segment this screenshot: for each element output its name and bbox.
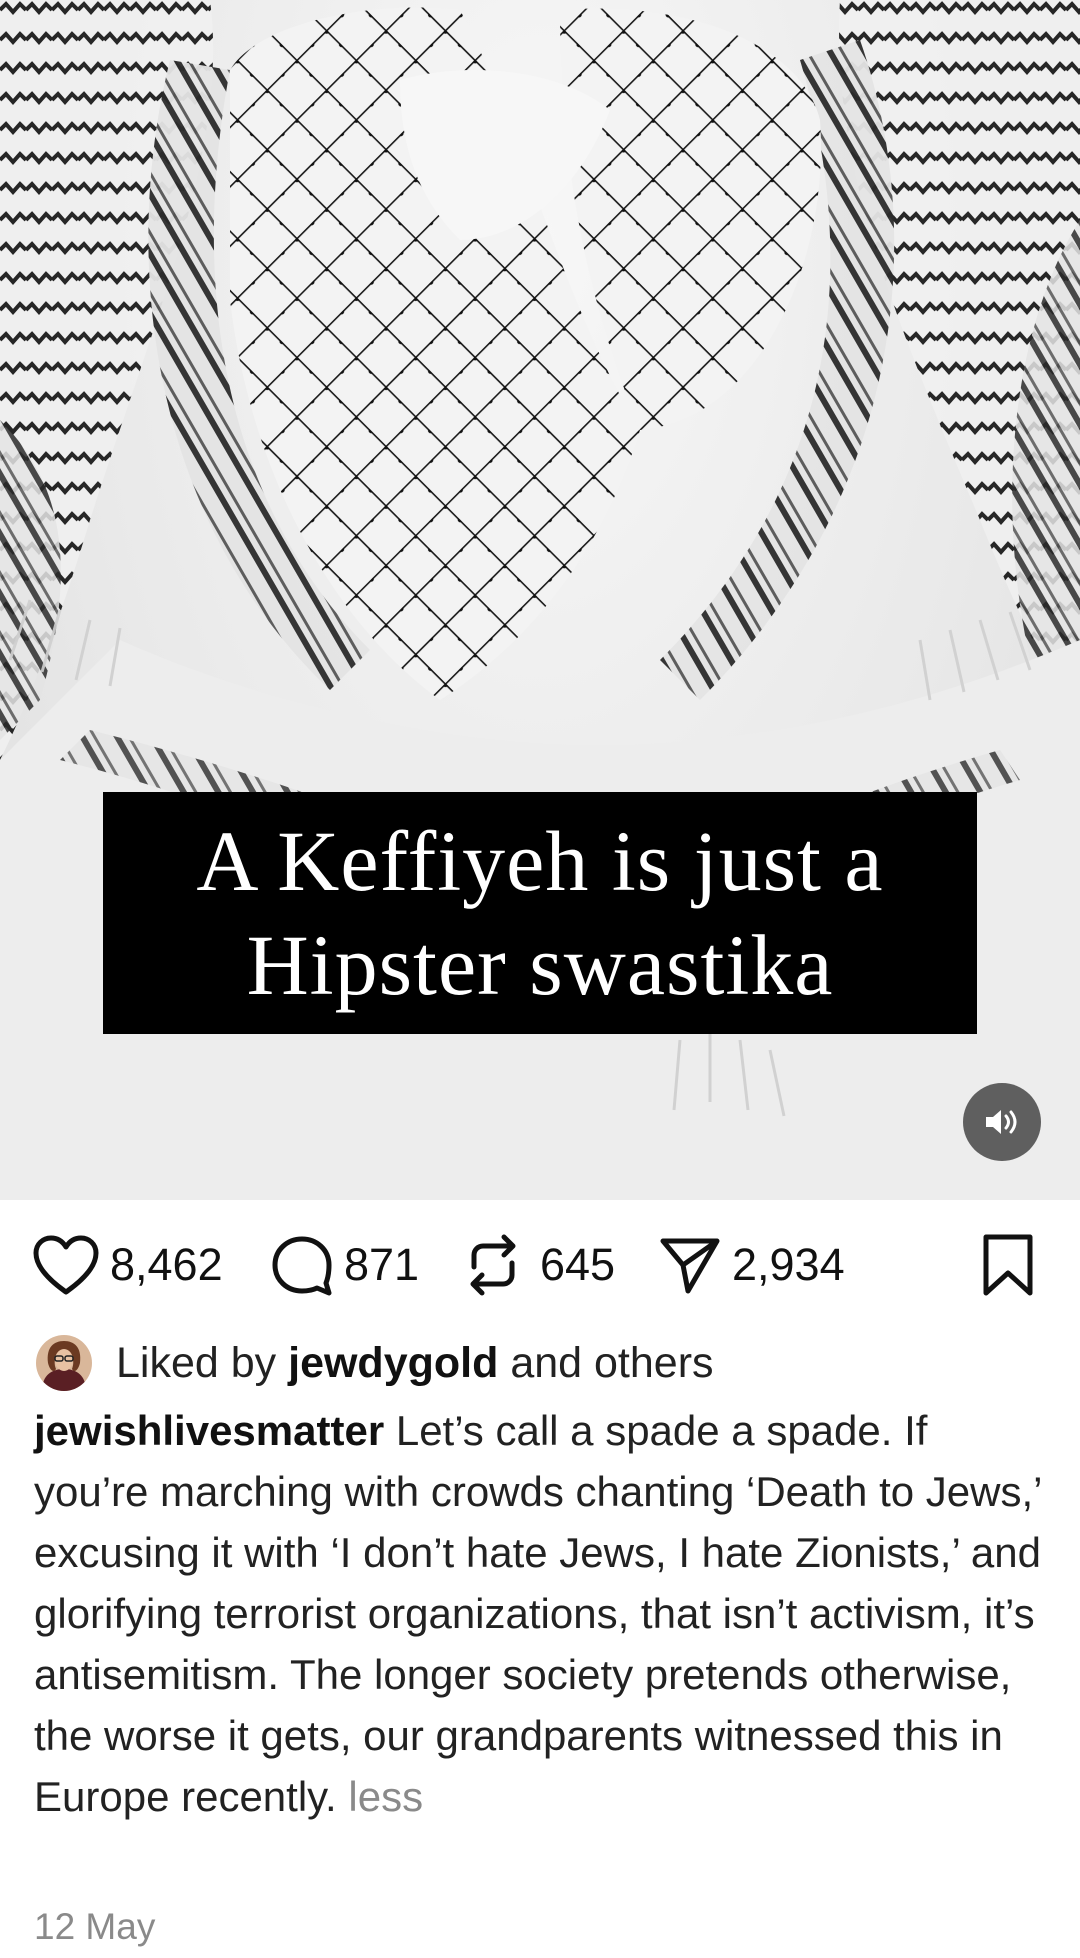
liked-by-row[interactable]: Liked by jewdygold and others [36, 1333, 714, 1393]
sound-toggle-button[interactable] [963, 1083, 1041, 1161]
liked-by-suffix: and others [510, 1338, 714, 1387]
heart-icon [33, 1235, 99, 1295]
overlay-line-2: Hipster swastika [246, 917, 834, 1013]
liked-by-username[interactable]: jewdygold [288, 1339, 498, 1387]
repost-count: 645 [540, 1239, 616, 1290]
post-media[interactable]: A Keffiyeh is just a Hipster swastika [0, 0, 1080, 1200]
share-count: 2,934 [732, 1239, 845, 1290]
like-button[interactable]: 8,462 [32, 1225, 223, 1305]
repost-icon [470, 1234, 516, 1296]
caption-username[interactable]: jewishlivesmatter [34, 1407, 384, 1454]
comment-count: 871 [344, 1239, 420, 1290]
post-caption: jewishlivesmatter Let’s call a spade a s… [34, 1400, 1044, 1827]
share-button[interactable]: 2,934 [658, 1225, 845, 1305]
bookmark-icon [983, 1234, 1033, 1296]
like-count: 8,462 [110, 1239, 223, 1290]
save-button[interactable] [980, 1225, 1036, 1305]
send-icon [660, 1238, 720, 1294]
liked-by-text: Liked by jewdygold and others [116, 1339, 714, 1388]
post-date: 12 May [34, 1906, 156, 1947]
comment-button[interactable]: 871 [270, 1225, 419, 1305]
caption-text: Let’s call a spade a spade. If you’re ma… [34, 1407, 1041, 1820]
volume-icon [986, 1110, 1017, 1134]
image-text-overlay: A Keffiyeh is just a Hipster swastika [103, 792, 977, 1034]
comment-icon [272, 1236, 332, 1296]
overlay-line-1: A Keffiyeh is just a [196, 813, 884, 909]
liker-avatar[interactable] [36, 1335, 92, 1391]
avatar-image [36, 1335, 92, 1391]
repost-button[interactable]: 645 [462, 1225, 615, 1305]
liked-by-prefix: Liked by [116, 1338, 277, 1387]
less-link[interactable]: less [348, 1773, 423, 1820]
post-actions: 8,462 871 645 2,934 [0, 1225, 1080, 1305]
